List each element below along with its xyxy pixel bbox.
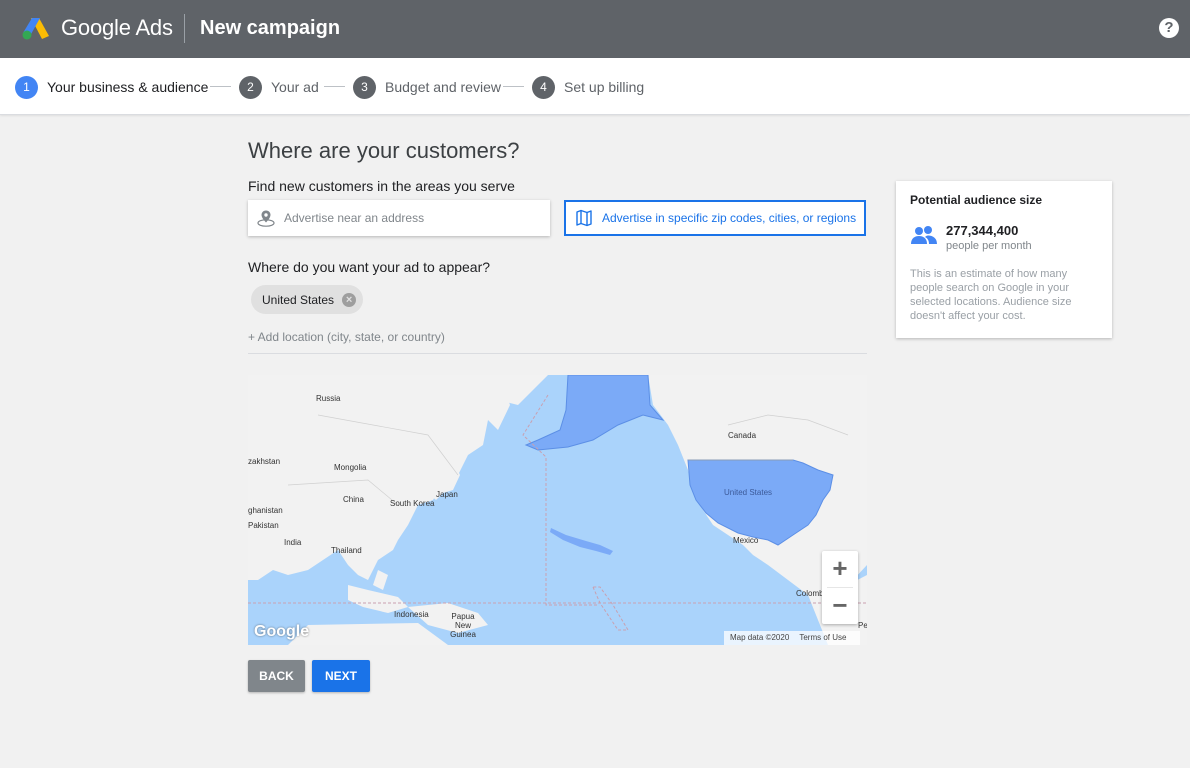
step-label: Your business & audience [47, 79, 209, 95]
map-label-canada: Canada [728, 431, 757, 440]
location-pin-icon [256, 208, 276, 228]
map-label-pakistan: Pakistan [248, 521, 279, 530]
page-title: New campaign [200, 17, 341, 39]
location-chip: United States × [251, 285, 364, 314]
map-label-mexico: Mexico [733, 536, 759, 545]
map-label-china: China [343, 495, 364, 504]
back-button[interactable]: BACK [248, 660, 305, 692]
map-label-kazakhstan: zakhstan [248, 457, 281, 466]
chip-label: United States [262, 292, 335, 307]
map-label-russia: Russia [316, 394, 341, 403]
map-data-credit: Map data ©2020 [730, 633, 790, 642]
next-button[interactable]: NEXT [312, 660, 370, 692]
brand-name: Google Ads [61, 15, 173, 40]
step-your-ad[interactable]: 2 Your ad [239, 75, 319, 99]
step-setup-billing[interactable]: 4 Set up billing [532, 75, 644, 99]
section-title: Where are your customers? [248, 138, 520, 163]
step-number: 3 [353, 75, 376, 99]
step-connector [210, 86, 231, 87]
top-bar: Google Ads New campaign ? [0, 0, 1190, 58]
audience-size-card: Potential audience size 277,344,400 peop… [896, 181, 1112, 338]
advertise-near-address-option[interactable]: Advertise near an address [248, 200, 550, 236]
map-graphic [248, 375, 867, 645]
option-label: Advertise in specific zip codes, cities,… [602, 211, 857, 225]
add-location-input[interactable]: + Add location (city, state, or country) [248, 330, 867, 354]
map-label-peru: Pe [858, 621, 867, 630]
step-number: 1 [15, 75, 38, 99]
map-label-papua: Papua New Guinea [450, 612, 476, 639]
option-label: Advertise near an address [284, 211, 425, 225]
audience-title: Potential audience size [910, 193, 1043, 207]
step-number: 2 [239, 75, 262, 99]
map-label-thailand: Thailand [331, 546, 362, 555]
google-watermark: Google [254, 623, 310, 640]
map-icon [574, 208, 594, 228]
zoom-out-button[interactable]: − [822, 588, 858, 624]
audience-unit: people per month [946, 240, 1032, 252]
ad-appear-label: Where do you want your ad to appear? [248, 259, 491, 275]
step-label: Set up billing [564, 79, 645, 95]
step-connector [324, 86, 345, 87]
step-connector [503, 86, 524, 87]
zoom-controls: + − [822, 551, 858, 624]
map-label-afghanistan: ghanistan [248, 506, 283, 515]
google-ads-logo-icon [22, 18, 49, 40]
audience-description: This is an estimate of how many people s… [910, 268, 1072, 322]
step-business-audience[interactable]: 1 Your business & audience [15, 75, 208, 99]
step-budget-review[interactable]: 3 Budget and review [353, 75, 501, 99]
help-icon[interactable]: ? [1159, 18, 1179, 38]
terms-of-use-link[interactable]: Terms of Use [799, 633, 846, 642]
audience-count: 277,344,400 [946, 223, 1019, 238]
step-label: Budget and review [385, 79, 501, 95]
zoom-in-button[interactable]: + [822, 551, 858, 587]
remove-location-icon[interactable]: × [342, 292, 357, 307]
people-icon [911, 226, 937, 244]
map-label-india: India [284, 538, 302, 547]
advertise-regions-option[interactable]: Advertise in specific zip codes, cities,… [564, 200, 866, 236]
step-label: Your ad [271, 79, 319, 95]
map-label-japan: Japan [436, 490, 458, 499]
find-customers-label: Find new customers in the areas you serv… [248, 178, 515, 194]
progress-stepper: 1 Your business & audience 2 Your ad 3 B… [0, 58, 1190, 115]
map-label-mongolia: Mongolia [334, 463, 367, 472]
map-label-indonesia: Indonesia [394, 610, 429, 619]
map-label-colombia: Colomb [796, 589, 824, 598]
map-label-south-korea: South Korea [390, 499, 435, 508]
step-number: 4 [532, 75, 555, 99]
map-attribution: Map data ©2020 Terms of Use [724, 631, 861, 645]
header-divider [184, 14, 185, 43]
location-map[interactable]: Russia zakhstan Mongolia China ghanistan… [248, 375, 867, 645]
map-label-united-states: United States [724, 488, 773, 497]
